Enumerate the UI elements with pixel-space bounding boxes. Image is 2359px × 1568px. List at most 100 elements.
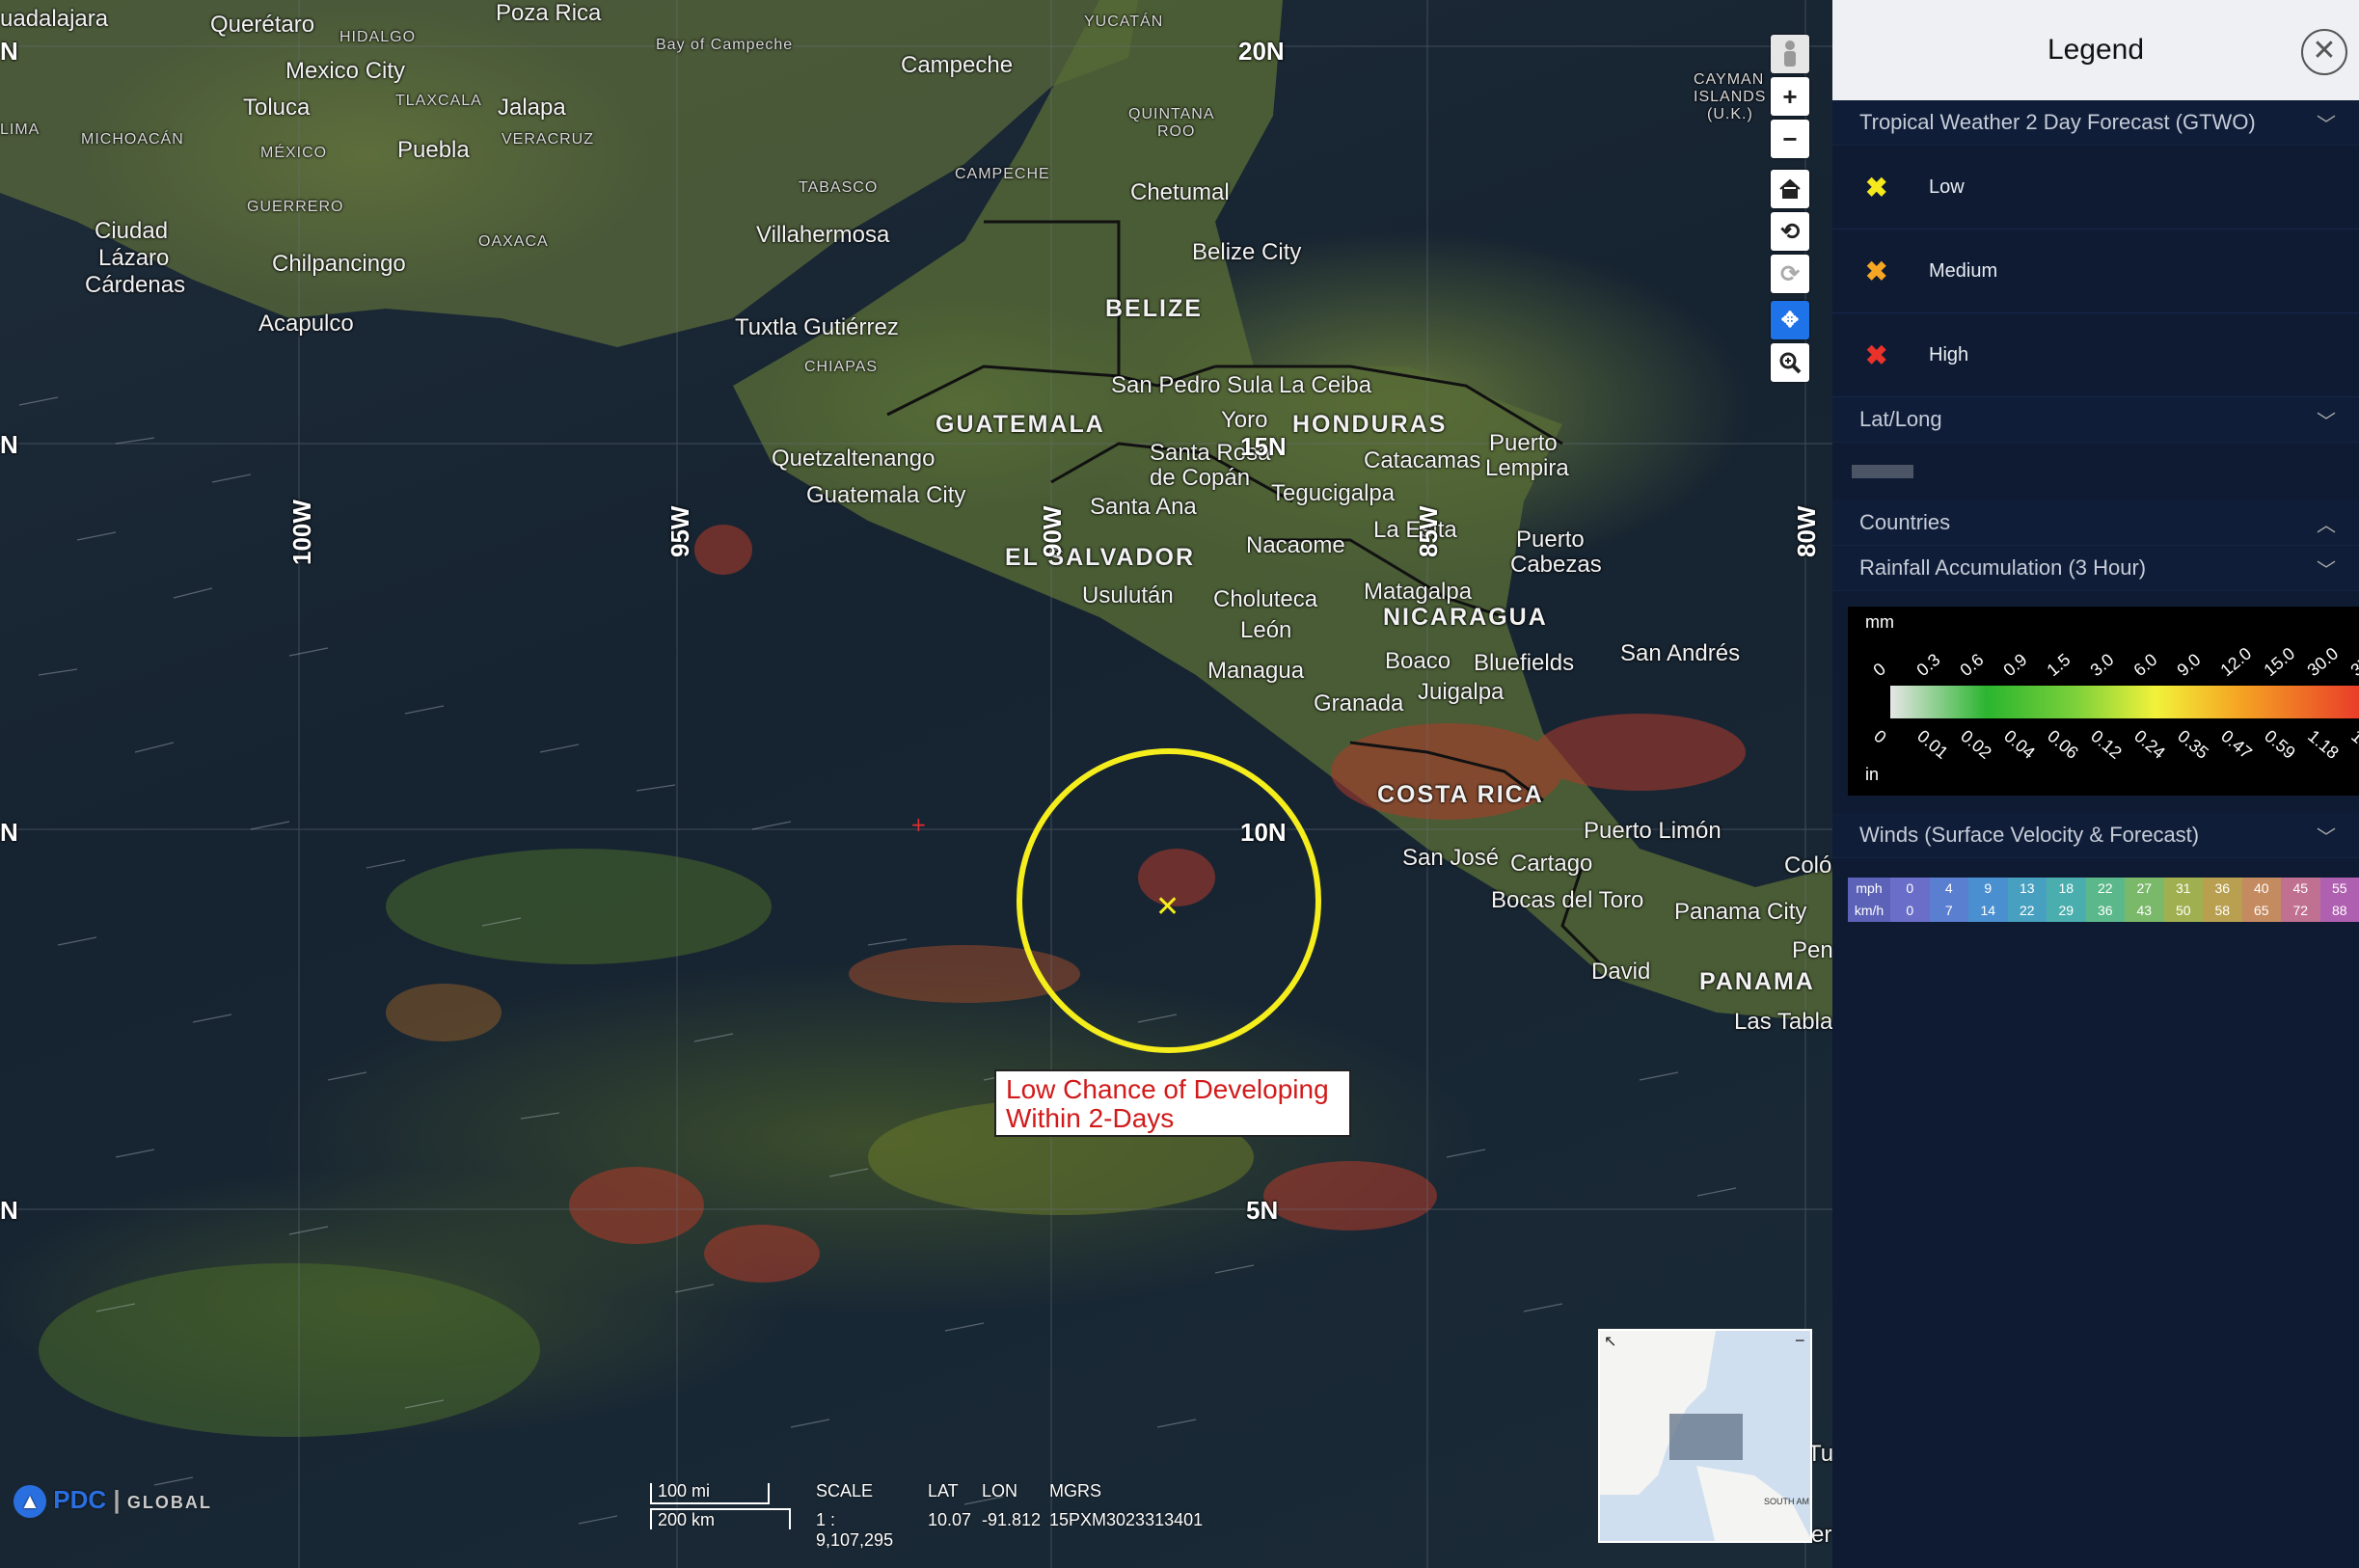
rain-tick: 0.35 <box>2174 726 2212 763</box>
rotate-right-icon[interactable]: ⟳ <box>1771 255 1809 293</box>
map-label-bluefields: Bluefields <box>1474 650 1575 676</box>
zoom-out-icon[interactable]: − <box>1771 120 1809 158</box>
pan-icon[interactable]: ✥ <box>1771 301 1809 339</box>
map-label-nicaragua: NICARAGUA <box>1383 604 1548 631</box>
map-label-er: er <box>1811 1522 1832 1548</box>
brand-pdc: PDC <box>53 1485 107 1514</box>
map-label-jalapa: Jalapa <box>498 95 566 121</box>
map-label-puebla: Puebla <box>397 137 470 163</box>
disturbance-marker-icon: ✕ <box>1155 890 1180 924</box>
lat-value: 10.07 <box>928 1510 972 1529</box>
overview-minimap[interactable]: SOUTH AM ↖ − <box>1598 1329 1812 1543</box>
map-label-tegucigalpa: Tegucigalpa <box>1271 480 1396 506</box>
wind-value: 9 <box>1968 878 2008 900</box>
section-winds[interactable]: Winds (Surface Velocity & Forecast) ﹀ <box>1832 813 2359 858</box>
rotate-left-icon[interactable]: ⟲ <box>1771 212 1809 251</box>
map-label-el-salvador: EL SALVADOR <box>1005 544 1196 571</box>
x-marker-icon: ✖ <box>1865 256 1888 286</box>
red-plus-marker-icon: + <box>910 813 927 836</box>
pdc-logo-icon: ▲ <box>14 1485 46 1519</box>
wind-value: 31 <box>2163 878 2203 900</box>
wind-value: 0 <box>1890 878 1930 900</box>
rain-tick: 0.12 <box>2087 726 2126 763</box>
wind-value: 65 <box>2241 900 2281 922</box>
section-rain[interactable]: Rainfall Accumulation (3 Hour) ﹀ <box>1832 546 2359 591</box>
lat-label: LAT <box>928 1481 959 1500</box>
map-label-colon: Colón <box>1784 852 1832 879</box>
wind-value: 14 <box>1968 900 2008 922</box>
map-label-san-andres: San Andrés <box>1620 640 1741 666</box>
grid-label-10n: 10N <box>1240 818 1287 847</box>
grid-label-90w: 90W <box>1038 505 1067 557</box>
scale-label: SCALE <box>816 1481 874 1500</box>
rain-tick: 0.02 <box>1957 726 1995 763</box>
map-label-leon: León <box>1240 617 1292 643</box>
section-countries-label: Countries <box>1859 510 1951 534</box>
grid-label-100w: 100W <box>287 500 316 565</box>
map-label-david: David <box>1591 959 1651 985</box>
grid-label-n1: N <box>0 37 18 66</box>
grid-label-85w: 85W <box>1414 505 1443 557</box>
map-label-panama: PANAMA <box>1699 968 1815 995</box>
map-label-penonome: Peno <box>1792 937 1832 963</box>
rain-tick: 0.3 <box>1912 649 1944 681</box>
grid-label-80w: 80W <box>1792 505 1821 557</box>
map-label-yucatan: YUCATÁN <box>1084 14 1164 30</box>
scale-value: 1 : 9,107,295 <box>816 1510 894 1550</box>
close-icon[interactable]: ✕ <box>2301 29 2347 75</box>
wind-value: 0 <box>1890 900 1930 922</box>
rain-tick: 30.0 <box>2303 643 2343 681</box>
map-label-la-ceiba: La Ceiba <box>1279 372 1372 398</box>
home-icon[interactable] <box>1771 170 1809 208</box>
wind-value: 58 <box>2203 900 2242 922</box>
zoom-region-icon[interactable] <box>1771 343 1809 382</box>
minimap-expand-icon: ↖ <box>1604 1334 1616 1350</box>
rain-tick: 12.0 <box>2216 643 2256 681</box>
minimap-map: SOUTH AM ↖ − <box>1600 1331 1810 1541</box>
map-label-tuxtla: Tuxtla Gutiérrez <box>735 314 899 340</box>
rain-tick: 0.6 <box>1956 649 1988 681</box>
minimap-viewport[interactable] <box>1669 1414 1743 1460</box>
map-label-yoro: Yoro <box>1221 407 1268 433</box>
pdc-logo: ▲ PDC | GLOBAL <box>14 1485 212 1519</box>
map-label-toluca: Toluca <box>243 95 311 121</box>
map-label-boaco: Boaco <box>1385 648 1451 674</box>
person-icon[interactable] <box>1771 35 1809 73</box>
chevron-down-icon: ﹀ <box>2317 826 2336 849</box>
map-label-campeche-st: CAMPECHE <box>955 166 1050 182</box>
zoom-in-icon[interactable]: + <box>1771 77 1809 116</box>
rainfall-colorbar: mm 0 0.3 0.6 0.9 1.5 3.0 6.0 9.0 12.0 15.0 30.0 37.… <box>1848 607 2359 796</box>
map-label-santa-ana: Santa Ana <box>1090 494 1197 520</box>
section-gtwo[interactable]: Tropical Weather 2 Day Forecast (GTWO) ﹀ <box>1832 100 2359 146</box>
section-latlong[interactable]: Lat/Long ﹀ <box>1832 397 2359 443</box>
wind-value: 55 <box>2319 878 2359 900</box>
map-label-quintana: QUINTANA <box>1128 106 1215 122</box>
map-label-matagalpa: Matagalpa <box>1364 579 1473 605</box>
rain-tick: 15.0 <box>2260 643 2299 681</box>
grid-label-n3: N <box>0 818 18 847</box>
rain-tick: 6.0 <box>2129 649 2161 681</box>
section-latlong-label: Lat/Long <box>1859 407 1942 431</box>
wind-value: 4 <box>1929 878 1968 900</box>
forecast-callout: Low Chance of Developing Within 2-Days <box>994 1069 1351 1137</box>
map-label-chiapas: CHIAPAS <box>804 359 879 375</box>
map-view[interactable]: ✕ + uadalajara Querétaro HIDALGO Poza Rica B… <box>0 0 1832 1568</box>
map-label-bocas: Bocas del Toro <box>1491 887 1644 913</box>
lon-label: LON <box>982 1481 1018 1500</box>
map-label-guatemala: GUATEMALA <box>935 411 1105 438</box>
wind-value: 72 <box>2281 900 2320 922</box>
map-label-cayman3: (U.K.) <box>1707 106 1753 122</box>
section-countries[interactable]: Countries ︿ <box>1832 500 2359 546</box>
map-label-campeche-city: Campeche <box>901 52 1014 78</box>
scale-km: 200 km <box>658 1510 716 1529</box>
latlong-line-swatch <box>1852 465 1913 478</box>
rain-tick: 0 <box>1870 726 1890 747</box>
map-label-cayman: CAYMAN <box>1694 71 1765 88</box>
scale-mi: 100 mi <box>658 1481 711 1500</box>
map-label-lazaro: Lázaro <box>98 245 170 271</box>
rain-tick: 3.0 <box>2086 649 2118 681</box>
wind-value: 7 <box>1929 900 1968 922</box>
minimap-collapse-icon: − <box>1795 1331 1805 1350</box>
map-label-oaxaca: OAXACA <box>478 233 549 250</box>
rain-unit-mm: mm <box>1865 612 1894 632</box>
